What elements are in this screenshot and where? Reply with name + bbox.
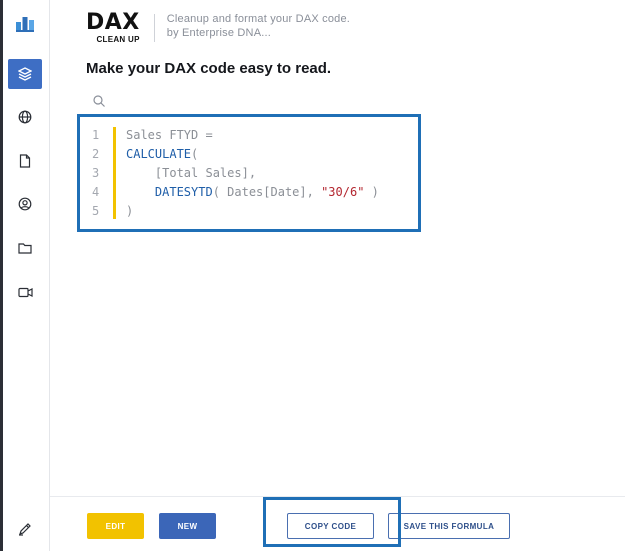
code-text: ( Dates[Date],: [212, 185, 322, 199]
app-logo-icon[interactable]: [8, 8, 42, 38]
action-bar: EDIT NEW COPY CODE SAVE THIS FORMULA: [50, 496, 625, 551]
code-lines: 1 Sales FTYD = 2 CALCULATE( 3 [Total Sal…: [92, 126, 379, 221]
user-circle-icon[interactable]: [8, 189, 42, 219]
code-line-1: 1 Sales FTYD =: [92, 126, 379, 145]
code-line-4: 4 DATESYTD( Dates[Date], "30/6" ): [92, 183, 379, 202]
code-string: "30/6": [321, 185, 365, 199]
layers-icon[interactable]: [8, 59, 42, 89]
page-title: Make your DAX code easy to read.: [86, 60, 332, 77]
folder-icon[interactable]: [8, 233, 42, 263]
line-number: 5: [92, 204, 100, 218]
code-function-datesytd: DATESYTD: [154, 185, 213, 199]
globe-icon[interactable]: [8, 102, 42, 132]
code-line-3: 3 [Total Sales],: [92, 164, 379, 183]
window-edge: [0, 0, 3, 551]
code-text: ): [364, 185, 379, 199]
line-number: 4: [92, 185, 100, 199]
logo-sub-text: CLEAN UP: [96, 35, 140, 44]
tagline-line-1: Cleanup and format your DAX code.: [166, 13, 351, 25]
line-number: 3: [92, 166, 100, 180]
copy-code-button[interactable]: COPY CODE: [287, 513, 374, 539]
code-editor[interactable]: 1 Sales FTYD = 2 CALCULATE( 3 [Total Sal…: [77, 114, 421, 232]
tagline: Cleanup and format your DAX code. by Ent…: [167, 12, 350, 40]
code-line-2: 2 CALCULATE(: [92, 145, 379, 164]
pencil-ruler-icon[interactable]: [8, 514, 42, 544]
search-icon[interactable]: [92, 94, 106, 108]
logo-divider: [153, 14, 155, 42]
logo-text: DAX CLEAN UP: [86, 10, 140, 45]
document-icon[interactable]: [8, 146, 42, 176]
tagline-line-2: by Enterprise DNA...: [166, 27, 272, 39]
code-text: (: [191, 147, 199, 161]
code-text: [Total Sales],: [126, 166, 257, 180]
app-logo: DAX CLEAN UP Cleanup and format your DAX…: [86, 10, 350, 45]
line-number: 2: [92, 147, 100, 161]
code-text: ): [126, 204, 134, 218]
new-button[interactable]: NEW: [159, 513, 216, 539]
code-function-calculate: CALCULATE: [126, 147, 192, 161]
code-text: Sales FTYD =: [126, 128, 213, 142]
video-icon[interactable]: [8, 277, 42, 307]
sidebar: [0, 0, 50, 551]
save-formula-button[interactable]: SAVE THIS FORMULA: [388, 513, 510, 539]
code-line-5: 5 ): [92, 202, 379, 221]
logo-main-text: DAX: [86, 10, 140, 35]
line-number: 1: [92, 128, 100, 142]
edit-button[interactable]: EDIT: [87, 513, 144, 539]
